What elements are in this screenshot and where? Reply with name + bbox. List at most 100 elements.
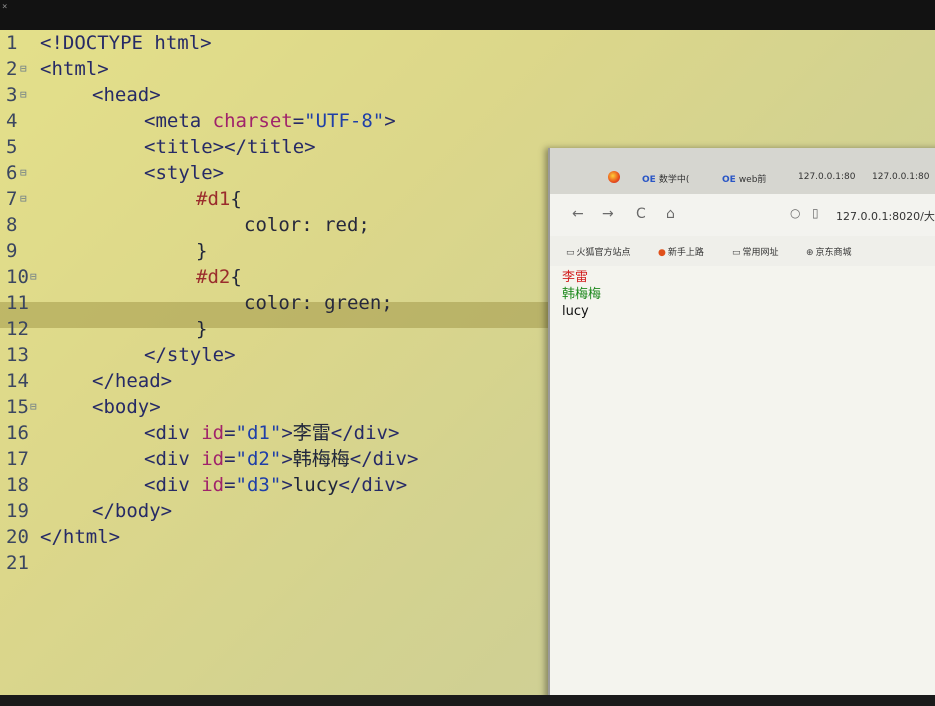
- fold-marker-icon[interactable]: ⊟: [20, 160, 27, 186]
- output-div: 韩梅梅: [562, 287, 602, 302]
- code-token: <div: [144, 422, 202, 444]
- code-token: <style>: [144, 162, 225, 184]
- code-token: </div>: [349, 448, 419, 470]
- code-line[interactable]: 13 </style>: [0, 342, 560, 368]
- code-text: }: [196, 316, 207, 342]
- code-token: color:: [244, 214, 325, 236]
- home-icon[interactable]: ⌂: [666, 206, 675, 222]
- code-line[interactable]: 19 </body>: [0, 498, 560, 524]
- code-line[interactable]: 21: [0, 550, 560, 576]
- line-number: 11: [6, 292, 29, 314]
- bookmark-label: 火狐官方站点: [576, 248, 631, 258]
- code-token: >: [281, 474, 293, 496]
- code-token: "d2": [235, 448, 282, 470]
- code-line[interactable]: 20 </html>: [0, 524, 560, 550]
- bookmark-item[interactable]: ● 新手上路: [658, 245, 704, 258]
- code-token: >: [281, 422, 293, 444]
- code-token: id: [201, 422, 225, 444]
- code-token: "d3": [235, 474, 282, 496]
- code-token: <meta: [144, 110, 213, 132]
- code-token: color:: [244, 292, 325, 314]
- line-number: 8: [6, 214, 18, 236]
- code-line[interactable]: 12}: [0, 316, 560, 342]
- code-token: red;: [324, 214, 370, 236]
- code-token: 韩梅梅: [292, 448, 350, 470]
- line-number: 20: [6, 526, 29, 548]
- code-text: color: green;: [244, 290, 393, 316]
- code-token: <div: [144, 448, 202, 470]
- folder-icon: ▭: [732, 248, 741, 258]
- code-token: lucy: [292, 474, 339, 496]
- line-number: 19: [6, 500, 29, 522]
- code-line[interactable]: 5 <title></title>: [0, 134, 560, 160]
- code-line[interactable]: 10 ⊟ #d2{: [0, 264, 560, 290]
- code-text: </style>: [144, 342, 236, 368]
- fold-marker-icon[interactable]: ⊟: [30, 264, 37, 290]
- code-line[interactable]: 2 ⊟ <html>: [0, 56, 560, 82]
- url-bar[interactable]: 127.0.0.1:8020/大: [836, 208, 935, 224]
- code-text: <div id="d3">lucy</div>: [144, 472, 407, 498]
- code-token: <body>: [92, 396, 161, 418]
- firefox-icon[interactable]: [608, 171, 620, 183]
- forward-icon[interactable]: →: [602, 206, 614, 222]
- fold-marker-icon[interactable]: ⊟: [20, 186, 27, 212]
- browser-tab[interactable]: OE 数学中(: [642, 172, 689, 185]
- code-line[interactable]: 8 color: red;: [0, 212, 560, 238]
- code-token: #d2: [196, 266, 231, 288]
- bookmark-item[interactable]: ▭ 火狐官方站点: [566, 245, 631, 258]
- back-icon[interactable]: ←: [572, 206, 584, 222]
- browser-tab[interactable]: 127.0.0.1:80: [872, 172, 929, 182]
- globe-icon: ⊕: [806, 248, 814, 258]
- code-token: #d1: [196, 188, 231, 210]
- browser-tab[interactable]: OE web前: [722, 172, 766, 185]
- code-text: </html>: [40, 524, 120, 550]
- monitor-screen: × 1 <!DOCTYPE html> 2 ⊟ <html> 3 ⊟ <head> 4 <meta…: [0, 0, 935, 706]
- code-line[interactable]: 6 ⊟ <style>: [0, 160, 560, 186]
- code-line[interactable]: 15 ⊟ <body>: [0, 394, 560, 420]
- line-number: 21: [6, 552, 29, 574]
- fold-marker-icon[interactable]: ⊟: [20, 82, 27, 108]
- bookmark-label: 新手上路: [667, 248, 704, 258]
- fold-marker-icon[interactable]: ⊟: [30, 394, 37, 420]
- code-token: </body>: [92, 500, 173, 522]
- shield-icon[interactable]: ○: [790, 206, 800, 220]
- code-text: <div id="d2">韩梅梅</div>: [144, 446, 418, 472]
- bookmark-label: 常用网址: [742, 248, 779, 258]
- code-token: id: [201, 448, 225, 470]
- code-text: }: [196, 238, 207, 264]
- line-number: 6: [6, 162, 18, 184]
- code-token: </html>: [40, 526, 121, 548]
- code-token: <!DOCTYPE html>: [40, 32, 212, 54]
- bookmark-label: 京东商城: [815, 248, 852, 258]
- code-line[interactable]: 1 <!DOCTYPE html>: [0, 30, 560, 56]
- code-token: }: [196, 240, 208, 262]
- line-number: 2: [6, 58, 18, 80]
- line-number: 17: [6, 448, 29, 470]
- code-line[interactable]: 17 <div id="d2">韩梅梅</div>: [0, 446, 560, 472]
- line-number: 4: [6, 110, 18, 132]
- code-text: <title></title>: [144, 134, 316, 160]
- code-token: =: [224, 474, 236, 496]
- reload-icon[interactable]: C: [636, 206, 646, 222]
- bookmark-item[interactable]: ▭ 常用网址: [732, 245, 779, 258]
- code-line[interactable]: 3 ⊟ <head>: [0, 82, 560, 108]
- code-text: <head>: [92, 82, 161, 108]
- bookmark-item[interactable]: ⊕ 京东商城: [806, 245, 852, 258]
- code-editor[interactable]: 1 <!DOCTYPE html> 2 ⊟ <html> 3 ⊟ <head> 4 <meta c…: [0, 30, 560, 706]
- line-number: 13: [6, 344, 29, 366]
- code-text: <body>: [92, 394, 161, 420]
- code-token: "UTF-8": [304, 110, 385, 132]
- browser-tab[interactable]: 127.0.0.1:80: [798, 172, 855, 182]
- code-line[interactable]: 4 <meta charset="UTF-8">: [0, 108, 560, 134]
- code-line[interactable]: 9}: [0, 238, 560, 264]
- code-text: #d2{: [196, 264, 242, 290]
- code-line[interactable]: 16 <div id="d1">李雷</div>: [0, 420, 560, 446]
- code-line[interactable]: 18 <div id="d3">lucy</div>: [0, 472, 560, 498]
- bottom-bezel: [0, 695, 935, 706]
- code-line[interactable]: 7 ⊟ #d1{: [0, 186, 560, 212]
- code-line[interactable]: 14 </head>: [0, 368, 560, 394]
- tab-label: web前: [738, 175, 767, 185]
- code-line[interactable]: 11 color: green;: [0, 290, 560, 316]
- output-div: lucy: [562, 304, 589, 319]
- fold-marker-icon[interactable]: ⊟: [20, 56, 27, 82]
